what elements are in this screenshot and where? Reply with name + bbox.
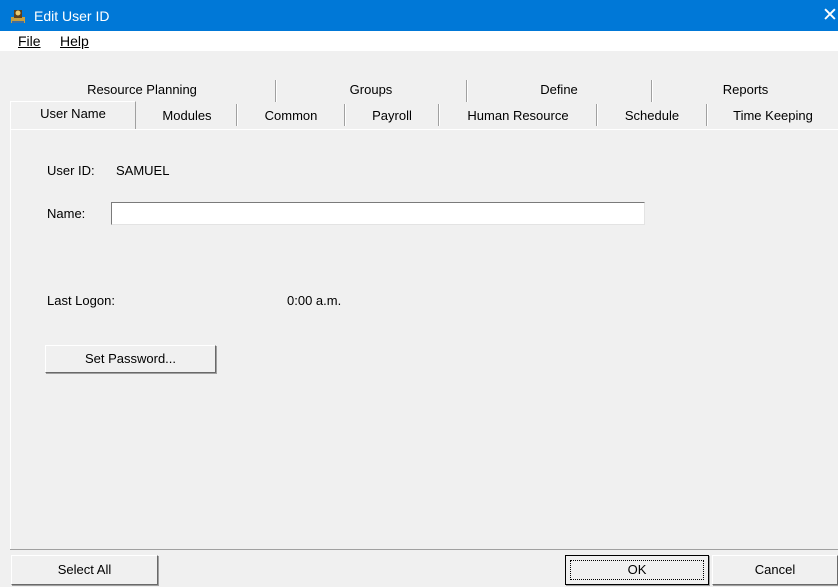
menu-help-label: Help: [60, 33, 89, 49]
menu-file-label: File: [18, 33, 41, 49]
close-icon[interactable]: ✕: [822, 3, 838, 28]
app-icon: [11, 10, 25, 23]
tab-payroll[interactable]: Payroll: [346, 103, 438, 129]
tab-label: Define: [540, 82, 578, 97]
tab-define[interactable]: Define: [468, 79, 650, 103]
ok-button[interactable]: OK: [565, 555, 709, 585]
menu-file[interactable]: File: [18, 33, 41, 49]
tab-label: Common: [264, 108, 318, 123]
cancel-label: Cancel: [754, 562, 796, 577]
set-password-button[interactable]: Set Password...: [45, 345, 216, 373]
tab-label: Schedule: [624, 108, 680, 123]
tab-resource-planning[interactable]: Resource Planning: [10, 79, 274, 103]
user-id-value: SAMUEL: [116, 163, 170, 178]
title-bar: Edit User ID ✕: [0, 0, 838, 31]
tab-groups[interactable]: Groups: [277, 79, 465, 103]
cancel-button[interactable]: Cancel: [712, 555, 838, 585]
menu-help[interactable]: Help: [60, 33, 89, 49]
tab-label: User Name: [40, 106, 106, 121]
tab-label: Time Keeping: [733, 108, 813, 123]
focus-rect: [570, 560, 704, 580]
tab-time-keeping[interactable]: Time Keeping: [708, 103, 838, 129]
tab-label: Groups: [349, 82, 393, 97]
tab-human-resource[interactable]: Human Resource: [440, 103, 596, 129]
tab-common[interactable]: Common: [238, 103, 344, 129]
user-name-panel: [10, 129, 838, 549]
tab-user-name[interactable]: User Name: [10, 101, 136, 129]
select-all-button[interactable]: Select All: [11, 555, 158, 585]
user-id-label: User ID:: [47, 163, 95, 178]
menu-bar: File Help: [0, 31, 838, 51]
name-input[interactable]: [111, 202, 645, 225]
window-title: Edit User ID: [34, 8, 110, 24]
set-password-label: Set Password...: [84, 351, 177, 366]
tab-schedule[interactable]: Schedule: [598, 103, 706, 129]
select-all-label: Select All: [57, 562, 112, 577]
tab-label: Reports: [722, 82, 769, 97]
name-label: Name:: [47, 206, 86, 221]
tab-label: Resource Planning: [87, 82, 197, 97]
tab-row-back: Resource Planning Groups Define Reports: [10, 79, 838, 103]
tab-reports[interactable]: Reports: [653, 79, 838, 103]
tab-row-front: User Name Modules Common Payroll Human R…: [10, 101, 838, 129]
tab-label: Payroll: [372, 108, 412, 123]
tab-label: Modules: [162, 108, 212, 123]
tab-modules[interactable]: Modules: [138, 103, 236, 129]
last-logon-label: Last Logon:: [47, 293, 115, 308]
last-logon-value: 0:00 a.m.: [287, 293, 342, 308]
tab-label: Human Resource: [467, 108, 569, 123]
